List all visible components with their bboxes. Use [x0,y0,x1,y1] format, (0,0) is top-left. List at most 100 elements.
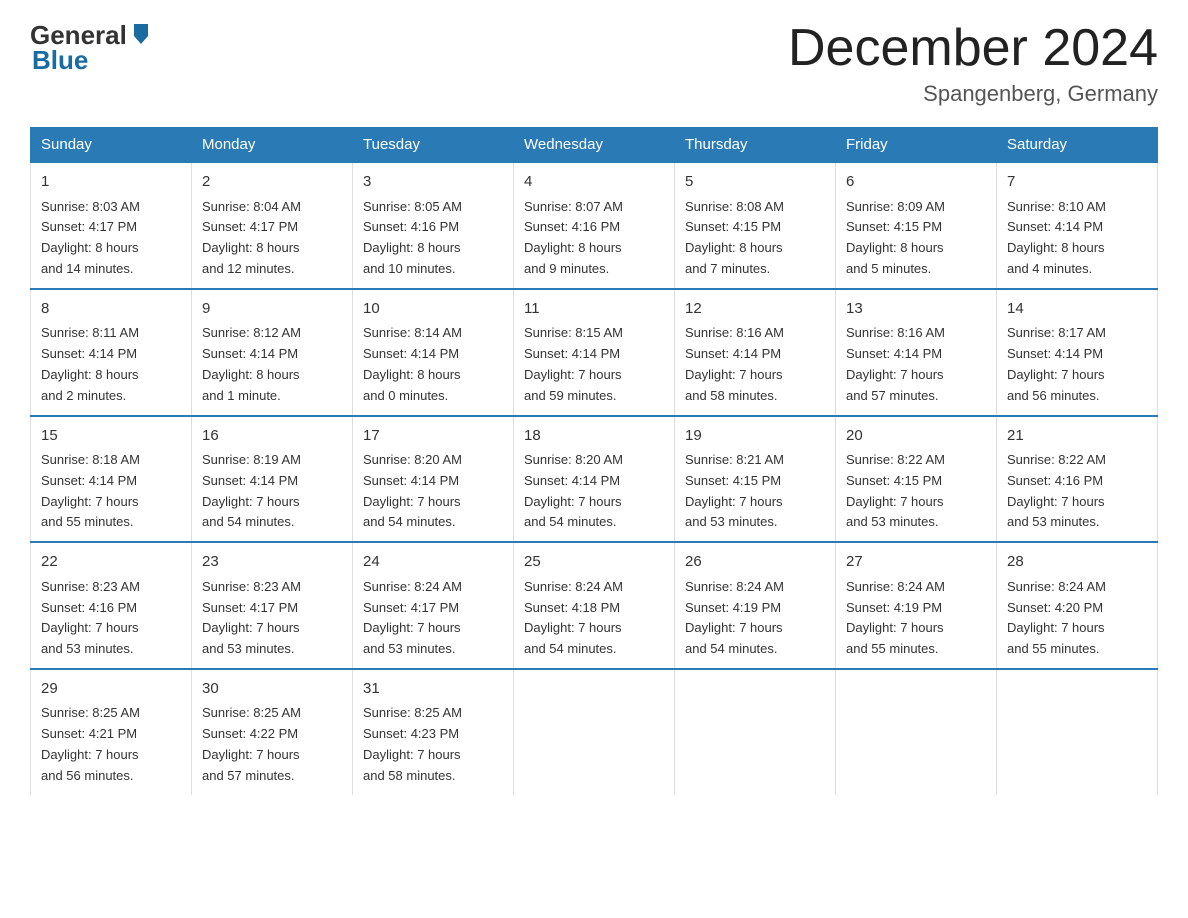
calendar-header: Sunday Monday Tuesday Wednesday Thursday… [31,128,1158,163]
day-info: Sunrise: 8:19 AMSunset: 4:14 PMDaylight:… [202,450,342,533]
day-info: Sunrise: 8:21 AMSunset: 4:15 PMDaylight:… [685,450,825,533]
day-info: Sunrise: 8:20 AMSunset: 4:14 PMDaylight:… [524,450,664,533]
table-row: 13 Sunrise: 8:16 AMSunset: 4:14 PMDaylig… [836,289,997,416]
table-row [675,669,836,795]
day-info: Sunrise: 8:24 AMSunset: 4:18 PMDaylight:… [524,577,664,660]
table-row: 30 Sunrise: 8:25 AMSunset: 4:22 PMDaylig… [192,669,353,795]
table-row: 31 Sunrise: 8:25 AMSunset: 4:23 PMDaylig… [353,669,514,795]
table-row: 7 Sunrise: 8:10 AMSunset: 4:14 PMDayligh… [997,162,1158,289]
day-info: Sunrise: 8:25 AMSunset: 4:23 PMDaylight:… [363,703,503,786]
table-row: 22 Sunrise: 8:23 AMSunset: 4:16 PMDaylig… [31,542,192,669]
day-info: Sunrise: 8:16 AMSunset: 4:14 PMDaylight:… [685,323,825,406]
table-row: 9 Sunrise: 8:12 AMSunset: 4:14 PMDayligh… [192,289,353,416]
header-row: Sunday Monday Tuesday Wednesday Thursday… [31,128,1158,163]
day-info: Sunrise: 8:17 AMSunset: 4:14 PMDaylight:… [1007,323,1147,406]
page-header: General Blue December 2024 Spangenberg, … [30,20,1158,107]
day-number: 28 [1007,551,1147,574]
calendar-body: 1 Sunrise: 8:03 AMSunset: 4:17 PMDayligh… [31,162,1158,794]
table-row: 25 Sunrise: 8:24 AMSunset: 4:18 PMDaylig… [514,542,675,669]
day-number: 23 [202,551,342,574]
table-row [514,669,675,795]
day-number: 19 [685,425,825,448]
col-wednesday: Wednesday [514,128,675,163]
day-number: 9 [202,298,342,321]
calendar-week-1: 1 Sunrise: 8:03 AMSunset: 4:17 PMDayligh… [31,162,1158,289]
location-text: Spangenberg, Germany [788,81,1158,107]
day-number: 2 [202,171,342,194]
day-number: 27 [846,551,986,574]
day-number: 14 [1007,298,1147,321]
day-number: 16 [202,425,342,448]
logo: General Blue [30,20,152,76]
day-info: Sunrise: 8:04 AMSunset: 4:17 PMDaylight:… [202,197,342,280]
day-info: Sunrise: 8:03 AMSunset: 4:17 PMDaylight:… [41,197,181,280]
day-info: Sunrise: 8:20 AMSunset: 4:14 PMDaylight:… [363,450,503,533]
day-number: 26 [685,551,825,574]
day-number: 4 [524,171,664,194]
col-thursday: Thursday [675,128,836,163]
calendar-week-2: 8 Sunrise: 8:11 AMSunset: 4:14 PMDayligh… [31,289,1158,416]
table-row [836,669,997,795]
day-info: Sunrise: 8:23 AMSunset: 4:16 PMDaylight:… [41,577,181,660]
day-info: Sunrise: 8:24 AMSunset: 4:19 PMDaylight:… [685,577,825,660]
day-number: 10 [363,298,503,321]
table-row: 10 Sunrise: 8:14 AMSunset: 4:14 PMDaylig… [353,289,514,416]
day-info: Sunrise: 8:16 AMSunset: 4:14 PMDaylight:… [846,323,986,406]
day-number: 18 [524,425,664,448]
day-info: Sunrise: 8:24 AMSunset: 4:17 PMDaylight:… [363,577,503,660]
day-info: Sunrise: 8:09 AMSunset: 4:15 PMDaylight:… [846,197,986,280]
month-title: December 2024 [788,20,1158,77]
table-row: 21 Sunrise: 8:22 AMSunset: 4:16 PMDaylig… [997,416,1158,543]
day-info: Sunrise: 8:10 AMSunset: 4:14 PMDaylight:… [1007,197,1147,280]
col-monday: Monday [192,128,353,163]
table-row: 12 Sunrise: 8:16 AMSunset: 4:14 PMDaylig… [675,289,836,416]
table-row: 24 Sunrise: 8:24 AMSunset: 4:17 PMDaylig… [353,542,514,669]
day-info: Sunrise: 8:05 AMSunset: 4:16 PMDaylight:… [363,197,503,280]
day-number: 11 [524,298,664,321]
day-info: Sunrise: 8:22 AMSunset: 4:16 PMDaylight:… [1007,450,1147,533]
table-row: 26 Sunrise: 8:24 AMSunset: 4:19 PMDaylig… [675,542,836,669]
table-row: 29 Sunrise: 8:25 AMSunset: 4:21 PMDaylig… [31,669,192,795]
day-info: Sunrise: 8:23 AMSunset: 4:17 PMDaylight:… [202,577,342,660]
table-row: 17 Sunrise: 8:20 AMSunset: 4:14 PMDaylig… [353,416,514,543]
day-info: Sunrise: 8:15 AMSunset: 4:14 PMDaylight:… [524,323,664,406]
table-row: 16 Sunrise: 8:19 AMSunset: 4:14 PMDaylig… [192,416,353,543]
day-number: 5 [685,171,825,194]
table-row: 23 Sunrise: 8:23 AMSunset: 4:17 PMDaylig… [192,542,353,669]
table-row: 20 Sunrise: 8:22 AMSunset: 4:15 PMDaylig… [836,416,997,543]
col-saturday: Saturday [997,128,1158,163]
day-info: Sunrise: 8:11 AMSunset: 4:14 PMDaylight:… [41,323,181,406]
table-row: 28 Sunrise: 8:24 AMSunset: 4:20 PMDaylig… [997,542,1158,669]
day-number: 20 [846,425,986,448]
day-info: Sunrise: 8:24 AMSunset: 4:20 PMDaylight:… [1007,577,1147,660]
day-number: 30 [202,678,342,701]
day-info: Sunrise: 8:08 AMSunset: 4:15 PMDaylight:… [685,197,825,280]
title-block: December 2024 Spangenberg, Germany [788,20,1158,107]
day-number: 24 [363,551,503,574]
table-row: 19 Sunrise: 8:21 AMSunset: 4:15 PMDaylig… [675,416,836,543]
day-number: 15 [41,425,181,448]
day-number: 22 [41,551,181,574]
table-row: 18 Sunrise: 8:20 AMSunset: 4:14 PMDaylig… [514,416,675,543]
table-row: 4 Sunrise: 8:07 AMSunset: 4:16 PMDayligh… [514,162,675,289]
calendar-week-4: 22 Sunrise: 8:23 AMSunset: 4:16 PMDaylig… [31,542,1158,669]
logo-arrow-icon [130,20,152,51]
day-info: Sunrise: 8:25 AMSunset: 4:22 PMDaylight:… [202,703,342,786]
col-tuesday: Tuesday [353,128,514,163]
table-row: 27 Sunrise: 8:24 AMSunset: 4:19 PMDaylig… [836,542,997,669]
day-info: Sunrise: 8:18 AMSunset: 4:14 PMDaylight:… [41,450,181,533]
table-row: 14 Sunrise: 8:17 AMSunset: 4:14 PMDaylig… [997,289,1158,416]
table-row [997,669,1158,795]
day-number: 17 [363,425,503,448]
day-info: Sunrise: 8:25 AMSunset: 4:21 PMDaylight:… [41,703,181,786]
table-row: 15 Sunrise: 8:18 AMSunset: 4:14 PMDaylig… [31,416,192,543]
day-number: 29 [41,678,181,701]
day-info: Sunrise: 8:14 AMSunset: 4:14 PMDaylight:… [363,323,503,406]
table-row: 5 Sunrise: 8:08 AMSunset: 4:15 PMDayligh… [675,162,836,289]
col-friday: Friday [836,128,997,163]
day-number: 31 [363,678,503,701]
calendar-week-3: 15 Sunrise: 8:18 AMSunset: 4:14 PMDaylig… [31,416,1158,543]
day-number: 21 [1007,425,1147,448]
day-info: Sunrise: 8:12 AMSunset: 4:14 PMDaylight:… [202,323,342,406]
day-number: 7 [1007,171,1147,194]
